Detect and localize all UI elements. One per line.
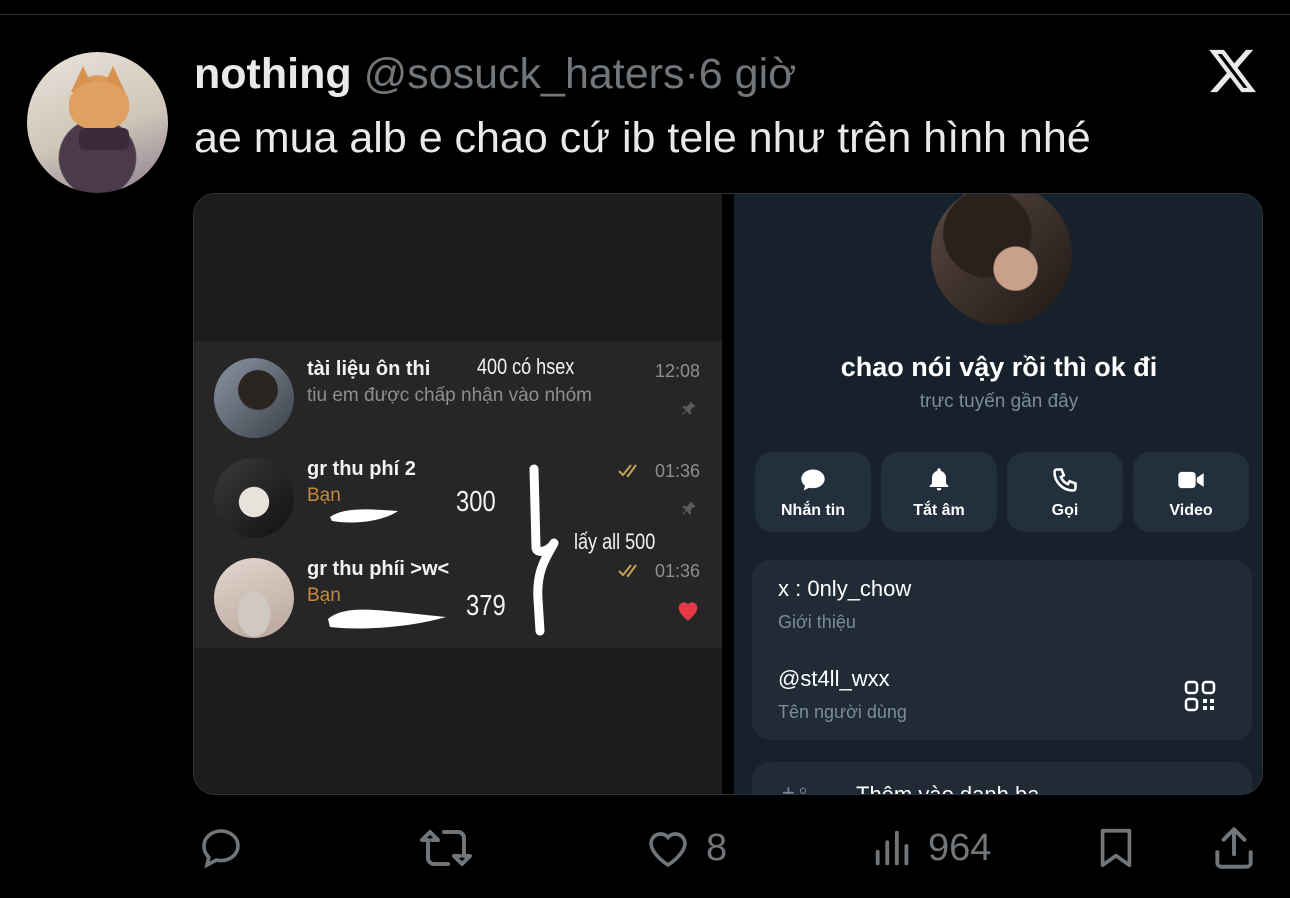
share-button[interactable] bbox=[1208, 822, 1260, 874]
pin-icon bbox=[682, 501, 696, 515]
add-contact-row: +♀ Thêm vào danh bạ bbox=[752, 762, 1252, 795]
add-contact-label: Thêm vào danh bạ bbox=[856, 782, 1040, 795]
chat-time: 01:36 bbox=[654, 561, 700, 581]
chat-avatar bbox=[214, 558, 294, 638]
chat-time: 01:36 bbox=[654, 461, 700, 481]
like-count: 8 bbox=[706, 826, 728, 869]
chat-list-screenshot: tài liệu ôn thi tiu em được chấp nhận và… bbox=[194, 194, 722, 794]
views-button[interactable]: 964 bbox=[870, 822, 991, 874]
add-contact-icon: +♀ bbox=[782, 780, 812, 795]
tweet-time[interactable]: 6 giờ bbox=[699, 50, 797, 98]
tweet-header: nothing @sosuck_haters·6 giờ bbox=[194, 48, 796, 100]
phone-icon bbox=[1053, 468, 1077, 492]
bio-label: Giới thiệu bbox=[778, 612, 856, 632]
x-logo-icon[interactable] bbox=[1205, 45, 1260, 97]
username-label: Tên người dùng bbox=[778, 702, 907, 722]
reply-button[interactable] bbox=[196, 822, 258, 874]
chat-list: tài liệu ôn thi tiu em được chấp nhận và… bbox=[194, 341, 722, 648]
bracket-scribble bbox=[529, 464, 559, 636]
chat-title: gr thu phíi >w< bbox=[307, 558, 450, 580]
retweet-icon bbox=[420, 830, 472, 866]
views-chart-icon bbox=[875, 830, 909, 866]
user-handle[interactable]: @sosuck_haters bbox=[364, 50, 685, 98]
tweet-media[interactable]: tài liệu ôn thi tiu em được chấp nhận và… bbox=[193, 193, 1263, 795]
username-value: @st4ll_wxx bbox=[778, 666, 890, 691]
chat-item: gr thu phíi >w< Bạn 01:36 bbox=[194, 541, 722, 641]
annotation-price-3: 379 bbox=[466, 590, 506, 622]
redaction-scribble bbox=[328, 609, 446, 629]
retweet-button[interactable] bbox=[418, 822, 486, 874]
bookmark-icon bbox=[1100, 828, 1132, 868]
reply-icon bbox=[202, 829, 240, 869]
dot-separator: · bbox=[684, 50, 699, 98]
display-name[interactable]: nothing bbox=[194, 50, 352, 98]
message-button: Nhắn tin bbox=[755, 452, 871, 532]
chat-avatar bbox=[214, 358, 294, 438]
heart-icon bbox=[649, 832, 687, 868]
annotation-price-1: 400 có hsex bbox=[477, 354, 575, 379]
bookmark-button[interactable] bbox=[1093, 822, 1139, 874]
telegram-profile-screenshot: chao nói vậy rồi thì ok đi trực tuyến gầ… bbox=[734, 194, 1262, 795]
like-button[interactable]: 8 bbox=[642, 822, 727, 874]
profile-photo bbox=[931, 194, 1072, 325]
top-divider bbox=[0, 14, 1290, 15]
bell-icon bbox=[929, 468, 949, 491]
view-count: 964 bbox=[928, 826, 992, 869]
profile-name: chao nói vậy rồi thì ok đi bbox=[840, 352, 1158, 382]
profile-info-card: x : 0nly_chow Giới thiệu @st4ll_wxx Tên … bbox=[752, 560, 1252, 740]
chat-title: gr thu phí 2 bbox=[307, 458, 416, 480]
chat-time: 12:08 bbox=[654, 361, 700, 381]
message-icon bbox=[801, 469, 825, 491]
message-button-label: Nhắn tin bbox=[781, 502, 845, 519]
chat-subtitle: tiu em được chấp nhận vào nhóm bbox=[307, 385, 593, 406]
qr-code-icon bbox=[1184, 680, 1216, 712]
pin-icon bbox=[682, 401, 696, 415]
video-button-label: Video bbox=[1169, 502, 1213, 519]
call-button-label: Gọi bbox=[1051, 502, 1079, 519]
video-icon bbox=[1178, 471, 1204, 489]
image-divider bbox=[722, 194, 734, 794]
tweet-text: ae mua alb e chao cứ ib tele như trên hì… bbox=[194, 114, 1091, 162]
mute-button: Tắt âm bbox=[881, 452, 997, 532]
mute-button-label: Tắt âm bbox=[913, 502, 965, 519]
redaction-scribble bbox=[330, 509, 398, 523]
call-button: Gọi bbox=[1007, 452, 1123, 532]
chat-title: tài liệu ôn thi bbox=[307, 358, 431, 380]
chat-item: tài liệu ôn thi tiu em được chấp nhận và… bbox=[194, 341, 722, 441]
annotation-bundle: lấy all 500 bbox=[574, 529, 656, 554]
user-avatar[interactable] bbox=[27, 52, 168, 193]
double-check-icon bbox=[618, 464, 637, 478]
double-check-icon bbox=[618, 564, 637, 578]
share-icon bbox=[1215, 827, 1253, 869]
heart-reaction-icon bbox=[678, 602, 698, 621]
bio-value: x : 0nly_chow bbox=[778, 576, 912, 601]
chat-avatar bbox=[214, 458, 294, 538]
annotation-price-2: 300 bbox=[456, 486, 496, 518]
video-button: Video bbox=[1133, 452, 1249, 532]
profile-status: trực tuyến gần đây bbox=[919, 391, 1079, 412]
